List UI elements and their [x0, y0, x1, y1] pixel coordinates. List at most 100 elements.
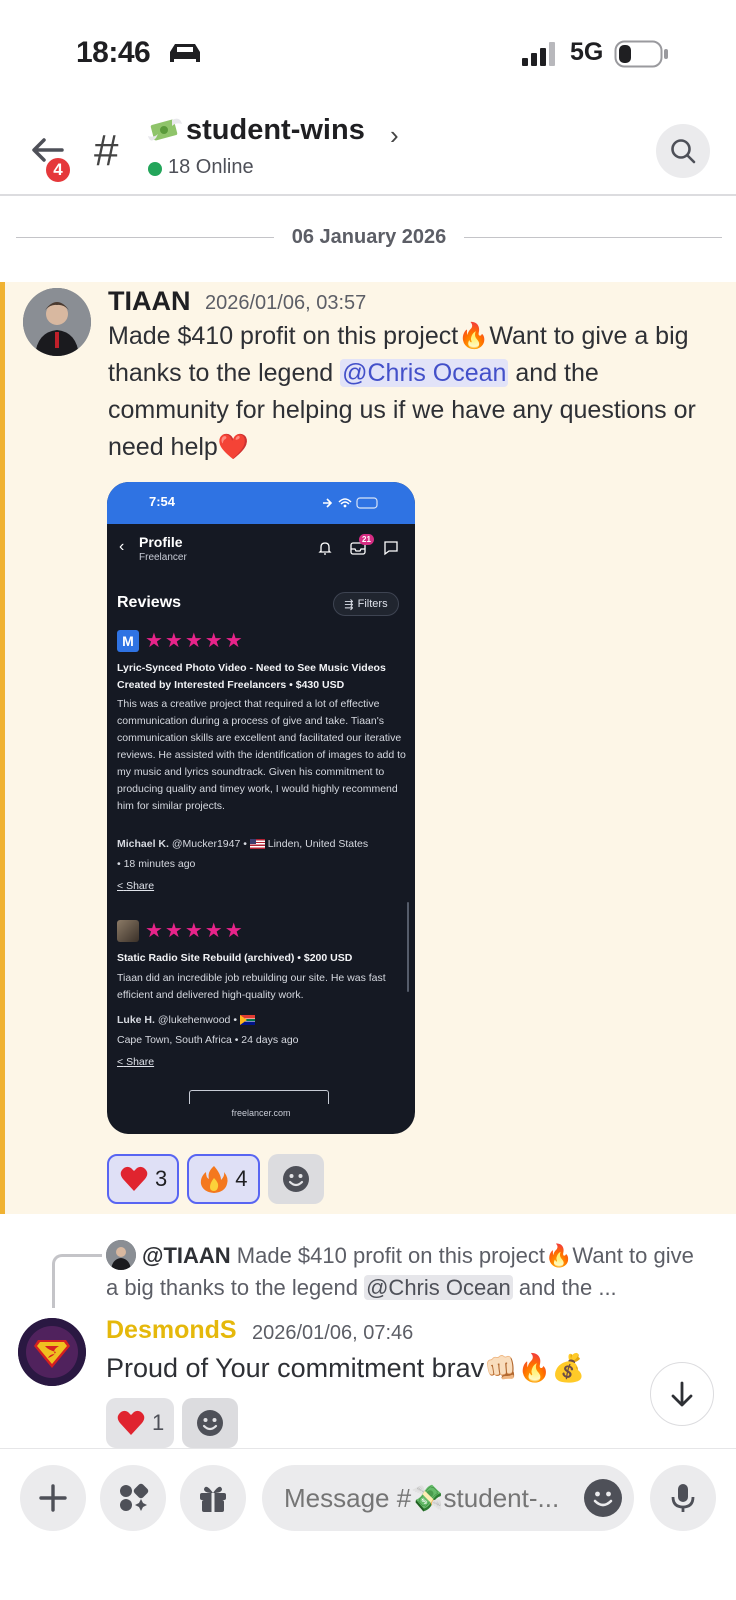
channel-header: 4 # student-wins › 18 Online [0, 100, 736, 196]
reviewer-avatar [117, 920, 139, 942]
plus-icon [39, 1484, 67, 1512]
star-rating: ★★★★★ [145, 630, 245, 652]
za-flag-icon [239, 1015, 255, 1026]
add-reaction-button[interactable] [267, 1154, 324, 1204]
embed-scrollbar [407, 902, 409, 992]
money-bag-emoji-icon: 💰 [551, 1353, 586, 1383]
channel-name[interactable]: student-wins [186, 114, 365, 147]
network-label: 5G [570, 38, 604, 66]
add-reaction-button[interactable] [182, 1398, 239, 1448]
reaction-bar: 3 4 [107, 1154, 324, 1204]
view-more-button-partial [189, 1090, 329, 1104]
filter-icon: ⇶ [344, 598, 354, 611]
image-attachment[interactable]: 7:54 ‹ Profile Freelancer 21 Reviews ⇶ F… [107, 482, 415, 1134]
heart-icon [120, 1166, 148, 1191]
apps-button[interactable] [100, 1465, 166, 1531]
reply-connector [52, 1254, 102, 1308]
avatar[interactable] [23, 288, 91, 356]
chevron-left-icon: ‹ [119, 538, 125, 555]
message-composer [0, 1448, 736, 1600]
emoji-picker-button[interactable] [584, 1479, 622, 1517]
apps-icon [120, 1483, 149, 1511]
search-icon [671, 139, 696, 164]
heart-emoji-icon: ❤️ [217, 433, 249, 461]
jump-to-bottom-button[interactable] [650, 1362, 714, 1426]
add-attachment-button[interactable] [20, 1465, 86, 1531]
bell-icon [318, 542, 332, 555]
heart-icon [117, 1410, 145, 1435]
reviews-heading: Reviews [117, 594, 182, 611]
voice-message-button[interactable] [650, 1465, 716, 1531]
reply-mention: @Chris Ocean [364, 1275, 513, 1300]
review-meta: Michael K. @Mucker1947 • Linden, United … [117, 834, 407, 874]
message-tiaan[interactable]: TIAAN 2026/01/06, 03:57 Made $410 profit… [0, 282, 736, 1214]
reviewer-handle: @Mucker1947 • [171, 838, 247, 850]
reply-preview[interactable]: @TIAAN Made $410 profit on this project🔥… [106, 1240, 706, 1304]
online-status-dot [148, 162, 162, 176]
battery-icon [614, 40, 668, 68]
hash-icon: # [94, 126, 119, 175]
reviewer-name: Luke H. [117, 1014, 155, 1026]
embed-time: 7:54 [149, 494, 176, 509]
message-input[interactable] [262, 1465, 634, 1531]
reaction-heart[interactable]: 1 [106, 1398, 175, 1448]
reaction-heart[interactable]: 3 [107, 1154, 180, 1204]
reaction-count: 1 [152, 1410, 165, 1435]
reviewer-location: Linden, United States [267, 838, 369, 850]
car-icon [170, 44, 200, 62]
filters-button: ⇶ Filters [333, 592, 399, 616]
message-author[interactable]: DesmondS [106, 1316, 237, 1345]
message-timestamp: 2026/01/06, 07:46 [252, 1322, 414, 1344]
review-title: Lyric-Synced Photo Video - Need to See M… [117, 662, 386, 691]
user-mention[interactable]: @Chris Ocean [340, 359, 509, 387]
chevron-right-icon[interactable]: › [390, 120, 399, 151]
smiley-icon [282, 1166, 309, 1192]
reply-avatar [106, 1240, 136, 1270]
fire-emoji-icon: 🔥 [517, 1353, 552, 1383]
unread-badge: 4 [44, 156, 72, 184]
gift-icon [200, 1486, 226, 1512]
message-timestamp: 2026/01/06, 03:57 [205, 292, 367, 314]
embed-url: freelancer.com [231, 1108, 291, 1118]
chat-icon [384, 541, 398, 556]
message-text: Made $410 profit on this project🔥Want to… [108, 318, 708, 466]
message-text-part: Proud of Your commitment brav [106, 1353, 485, 1383]
reviewer-handle: @lukehenwood • [157, 1014, 237, 1026]
embed-nav: ‹ Profile Freelancer 21 [107, 524, 415, 574]
reaction-bar: 1 [106, 1398, 239, 1448]
reply-text: Made $410 profit on this project [230, 1243, 545, 1268]
search-button[interactable] [656, 124, 710, 178]
airplane-wifi-battery-icon [323, 497, 378, 509]
reviewer-location: Cape Town, South Africa • 24 days ago [117, 1034, 299, 1046]
inbox-badge: 21 [359, 534, 374, 545]
reaction-fire[interactable]: 4 [187, 1154, 260, 1204]
arrow-down-icon [671, 1381, 693, 1407]
money-with-wings-icon [148, 118, 182, 141]
gift-button[interactable] [180, 1465, 246, 1531]
fire-icon [201, 1166, 228, 1193]
fist-emoji-icon: 👊🏻 [484, 1353, 518, 1383]
message-author[interactable]: TIAAN [108, 286, 191, 317]
date-label: 06 January 2026 [291, 226, 447, 248]
message-text-part: Made $410 profit on this project [108, 322, 459, 350]
us-flag-icon [249, 839, 265, 850]
review-meta: Luke H. @lukehenwood • Cape Town, South … [117, 1010, 407, 1050]
smiley-icon [585, 1480, 621, 1516]
review-age: • 18 minutes ago [117, 858, 196, 870]
smiley-icon [197, 1410, 224, 1436]
share-icon: < [117, 1056, 124, 1068]
reviewer-badge: M [117, 630, 139, 652]
share-link: < Share [117, 1056, 154, 1068]
fire-emoji-icon: 🔥 [458, 322, 490, 350]
share-label: Share [126, 880, 155, 892]
reviewer-name: Michael K. [117, 838, 169, 850]
microphone-icon [671, 1484, 695, 1512]
avatar[interactable] [18, 1318, 86, 1386]
signal-icon [522, 42, 555, 66]
reply-text: and the ... [512, 1275, 617, 1300]
fire-emoji-icon: 🔥 [544, 1243, 573, 1268]
share-icon: < [117, 880, 124, 892]
embed-status-bar: 7:54 [107, 482, 415, 524]
reaction-count: 3 [155, 1166, 168, 1191]
status-time: 18:46 [76, 36, 151, 69]
